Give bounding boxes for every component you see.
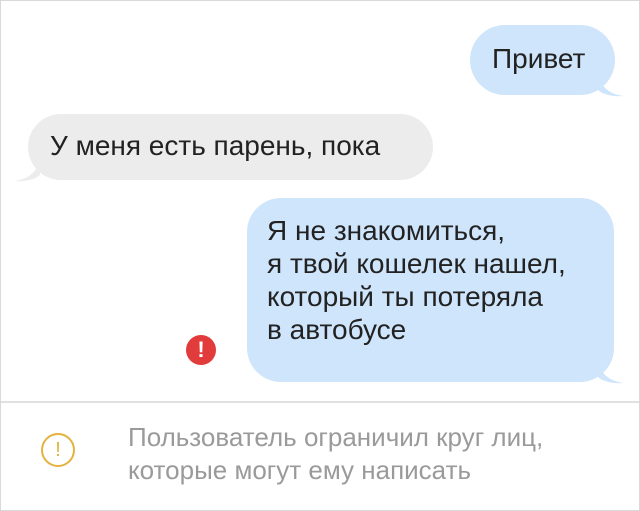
bubble-tail-incoming bbox=[14, 157, 40, 182]
notice-text-line: которые могут ему написать bbox=[128, 455, 472, 485]
warning-icon: ! bbox=[41, 433, 75, 467]
bubble-tail-outgoing bbox=[598, 359, 624, 384]
notice-text-line: Пользователь ограничил круг лиц, bbox=[128, 422, 544, 452]
notice-text: Пользователь ограничил круг лиц, которые… bbox=[128, 421, 628, 487]
outgoing-message-bubble[interactable]: Привет bbox=[470, 25, 615, 95]
chat-area: Привет У меня есть парень, пока Я не зна… bbox=[0, 0, 640, 400]
message-text-line: я твой кошелек нашел, bbox=[267, 248, 566, 279]
bubble-tail-outgoing bbox=[598, 72, 624, 97]
incoming-message-bubble[interactable]: У меня есть парень, пока bbox=[28, 114, 433, 180]
message-text-line: в автобусе bbox=[267, 314, 407, 345]
message-text: У меня есть парень, пока bbox=[50, 130, 381, 161]
message-text: Привет bbox=[492, 43, 586, 74]
restriction-notice: ! Пользователь ограничил круг лиц, котор… bbox=[0, 403, 640, 509]
message-text-line: который ты потеряла bbox=[267, 281, 543, 312]
exclamation-error-icon[interactable]: ! bbox=[186, 335, 216, 365]
outgoing-message-bubble[interactable]: Я не знакомиться, я твой кошелек нашел, … bbox=[247, 198, 614, 382]
message-text-line: Я не знакомиться, bbox=[267, 215, 506, 246]
